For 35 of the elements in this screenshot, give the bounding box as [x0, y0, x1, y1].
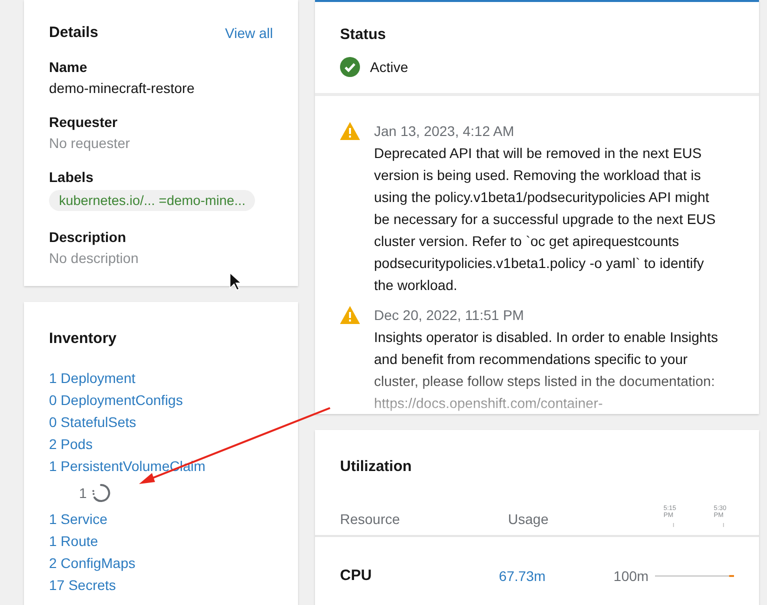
limit-label: 100m: [614, 568, 649, 584]
status-title: Status: [340, 26, 387, 43]
event-message: Insights operator is disabled. In order to enable Insights and benefit from recommendations specific to your cluster, please follow steps listed in the documentation: https://docs.openshift.com/container-: [374, 328, 719, 413]
inventory-link[interactable]: 1 Service: [49, 508, 273, 530]
usage-link[interactable]: 67.73m: [498, 568, 546, 584]
inventory-link[interactable]: 2 Pods: [49, 433, 273, 455]
field-label: Name: [49, 59, 88, 75]
inventory-link[interactable]: 0 StatefulSets: [49, 411, 273, 433]
event-time: Jan 13, 2023, 4:12 AM: [374, 122, 516, 141]
utilization-title: Utilization: [339, 457, 413, 475]
inventory-count: 1: [79, 484, 87, 500]
details-title: Details: [49, 24, 98, 41]
view-all-link[interactable]: View all: [225, 24, 273, 40]
inventory-title: Inventory: [49, 330, 118, 347]
event-message: Deprecated API that will be removed in the next EUS version is being used. Removing the workload that is using the policy.v1beta1/podsecuritypolicies API might be necessary for a successful upgrade to the next EUS cluster version. Refer to `oc get apirequestcounts podsecuritypolicies.v1beta1.policy -o yaml` to identify the workload.: [374, 144, 717, 295]
column-header: Usage: [507, 511, 548, 527]
field-label: Labels: [49, 169, 94, 185]
warning-icon: [340, 306, 360, 324]
column-header: Resource: [340, 511, 401, 527]
field-label: Description: [49, 229, 128, 245]
inventory-link[interactable]: 0 DeploymentConfigs: [49, 389, 273, 411]
field-value: demo-minecraft-restore: [49, 80, 196, 96]
field-label: Requester: [49, 114, 118, 130]
spinner-icon: [90, 482, 111, 502]
label-chip[interactable]: kubernetes.io/... =demo-mine...: [49, 190, 256, 211]
inventory-link[interactable]: 2 ConfigMaps: [49, 552, 273, 574]
event-time: Dec 20, 2022, 11:51 PM: [374, 306, 525, 325]
field-value: No requester: [49, 135, 131, 151]
inventory-link[interactable]: 1 Deployment: [49, 367, 273, 389]
status-text: Active: [370, 59, 408, 75]
resource-name: CPU: [340, 567, 373, 584]
inventory-link[interactable]: 17 Secrets: [49, 574, 273, 596]
inventory-link[interactable]: 1 Route: [49, 530, 273, 552]
warning-icon: [340, 122, 360, 140]
field-value: No description: [49, 250, 140, 266]
